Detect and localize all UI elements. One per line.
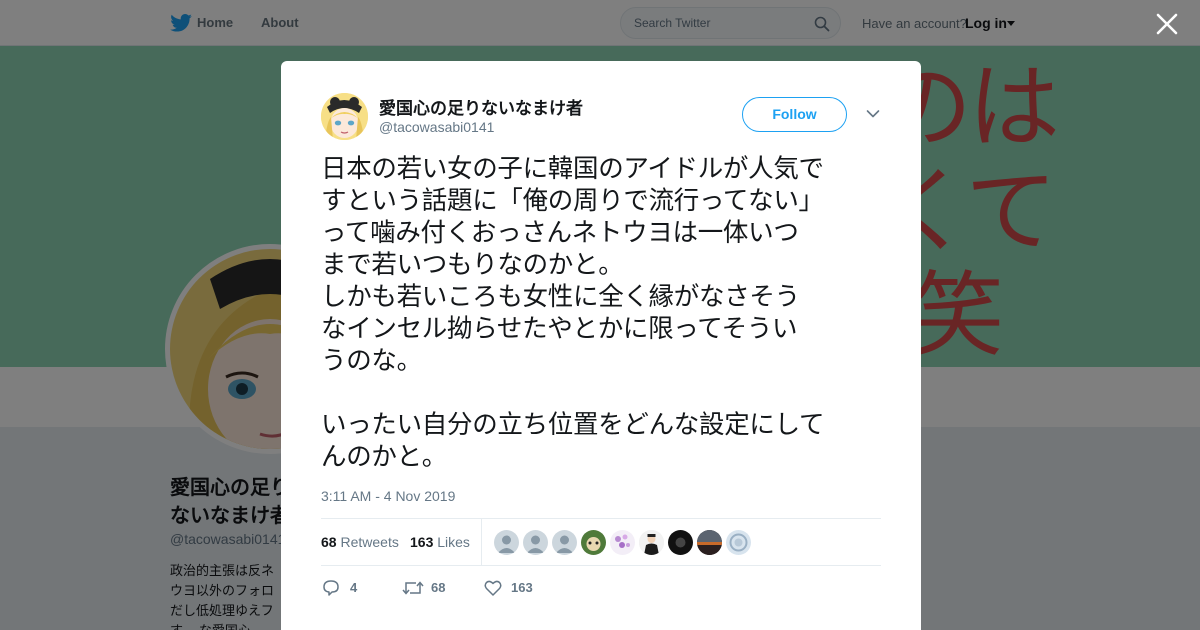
tweet-author-name[interactable]: 愛国心の足りないなまけ者 [379,94,583,119]
liker-avatar[interactable] [552,530,577,555]
chevron-down-icon[interactable] [866,109,880,119]
likes-count: 163 [410,534,434,550]
liker-avatar[interactable] [697,530,722,555]
tweet-author-handle[interactable]: @tacowasabi0141 [379,119,494,135]
reply-count: 4 [350,580,358,595]
likes-label: Likes [437,534,470,550]
retweets-stat[interactable]: 68 Retweets [321,534,399,550]
like-button[interactable]: 163 [483,578,553,598]
tweet-text: 日本の若い女の子に韓国のアイドルが人気で すという話題に「俺の周りで流行ってない… [321,154,825,472]
tweet-stats: 68 Retweets 163 Likes [321,518,881,566]
like-count: 163 [511,580,533,595]
tweet-timestamp[interactable]: 3:11 AM - 4 Nov 2019 [321,488,455,504]
retweet-count: 68 [431,580,446,595]
reply-button[interactable]: 4 [321,578,361,598]
follow-button[interactable]: Follow [742,97,847,132]
liker-avatar[interactable] [581,530,606,555]
reply-icon [323,580,339,596]
liker-avatar[interactable] [668,530,693,555]
liker-avatar[interactable] [639,530,664,555]
avatar-illustration [321,93,368,140]
heart-icon [484,580,502,596]
liker-avatar[interactable] [610,530,635,555]
close-icon[interactable] [1155,12,1179,36]
retweets-label: Retweets [340,534,399,550]
liker-avatar[interactable] [494,530,519,555]
liker-avatar[interactable] [523,530,548,555]
likes-stat[interactable]: 163 Likes [410,534,470,550]
tweet-author-avatar[interactable] [321,93,368,140]
retweet-icon [402,581,424,595]
retweet-button[interactable]: 68 [402,578,462,598]
retweets-count: 68 [321,534,337,550]
liker-avatar[interactable] [726,530,751,555]
tweet-permalink-modal: 愛国心の足りないなまけ者 @tacowasabi0141 Follow 日本の若… [281,61,921,630]
stats-divider [481,519,482,566]
tweet-actions: 4 68 163 [321,576,881,600]
